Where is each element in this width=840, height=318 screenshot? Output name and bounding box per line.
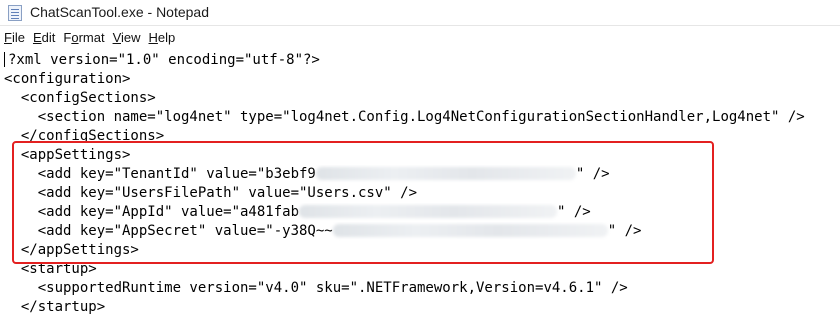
code-line: ?xml version="1.0" encoding="utf-8"?>	[8, 52, 320, 68]
menu-view[interactable]: View	[109, 28, 145, 48]
window-title: ChatScanTool.exe - Notepad	[30, 4, 209, 20]
code-line: <section name="log4net" type="log4net.Co…	[4, 109, 805, 125]
code-line: <supportedRuntime version="v4.0" sku=".N…	[4, 280, 628, 296]
menu-bar: File Edit Format View Help	[0, 28, 179, 48]
menu-help[interactable]: Help	[145, 28, 180, 48]
code-line: </startup>	[4, 299, 106, 315]
text-cursor	[4, 52, 5, 67]
menu-edit[interactable]: Edit	[29, 28, 59, 48]
menu-file[interactable]: File	[0, 28, 29, 48]
title-bar: ChatScanTool.exe - Notepad	[0, 0, 840, 26]
highlight-box	[12, 141, 714, 264]
code-line: <configuration>	[4, 71, 131, 87]
code-line: <configSections>	[4, 90, 156, 106]
notepad-icon	[8, 5, 22, 21]
menu-format[interactable]: Format	[59, 28, 108, 48]
